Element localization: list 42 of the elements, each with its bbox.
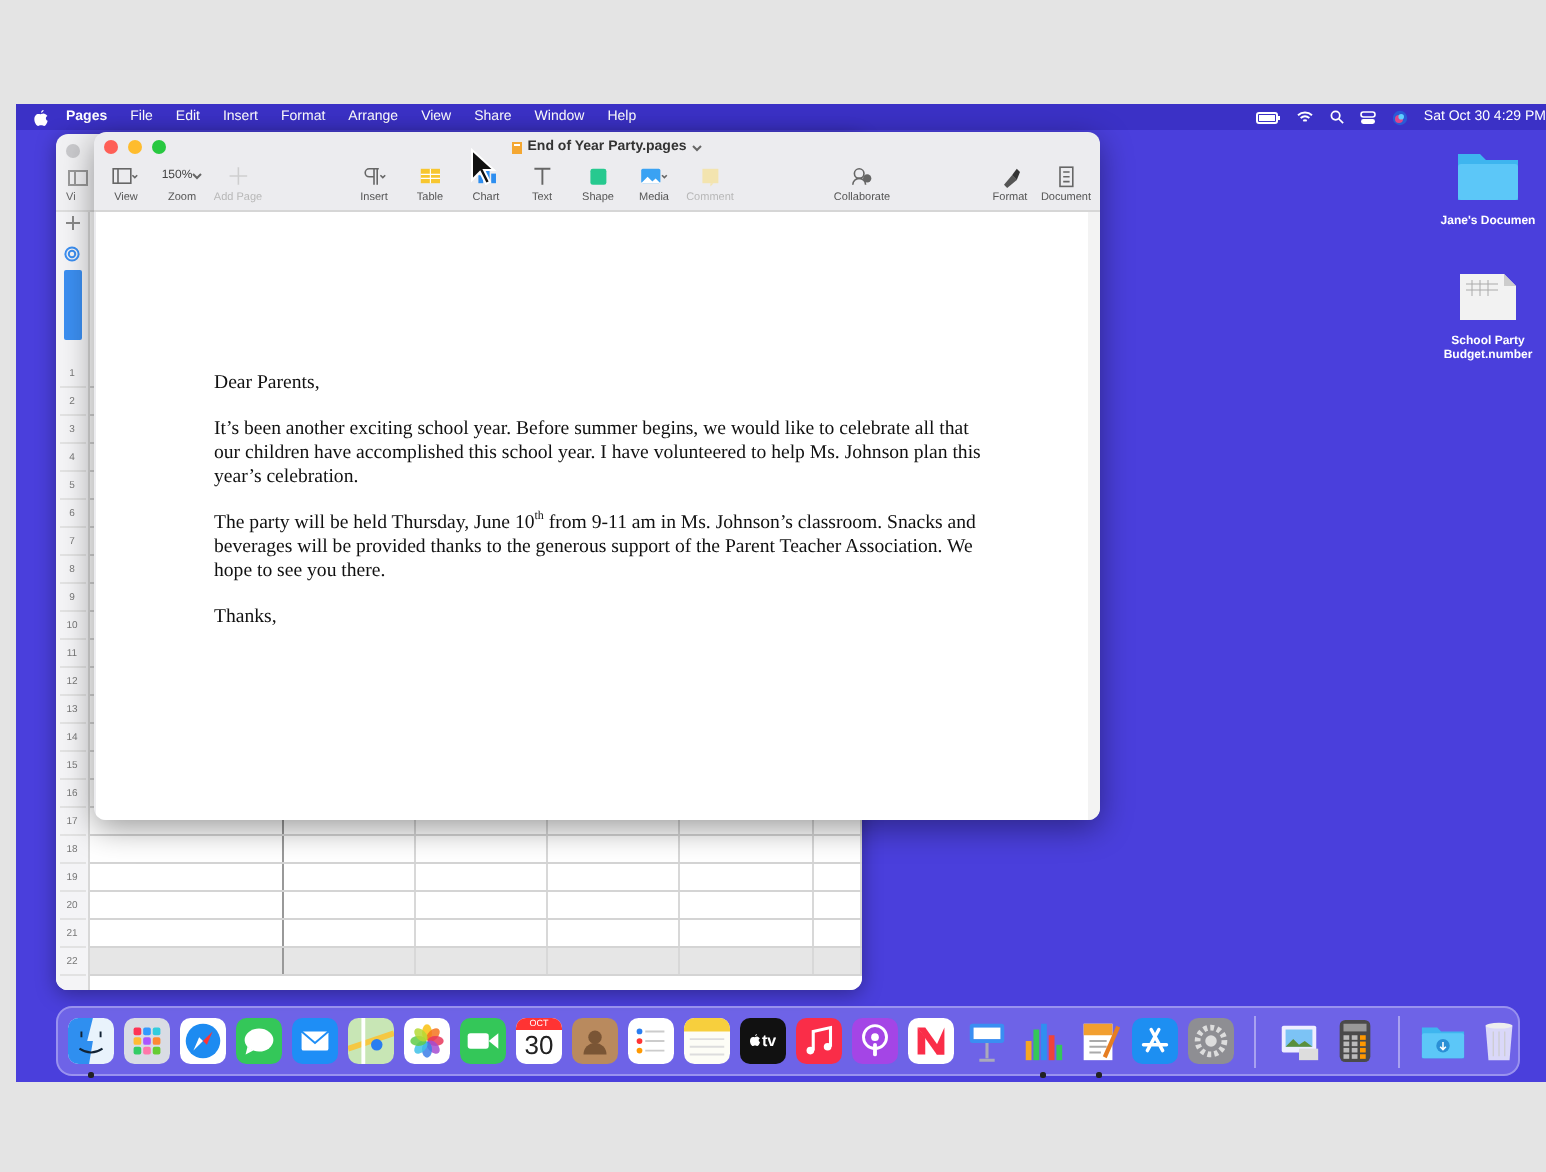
folder-icon[interactable]: [1456, 148, 1520, 202]
add-sheet-icon[interactable]: [65, 216, 79, 230]
control-center-icon[interactable]: [1359, 109, 1376, 125]
close-button[interactable]: [104, 140, 118, 154]
gear-icon[interactable]: [1188, 1017, 1234, 1063]
dock-item[interactable]: tv: [740, 1017, 786, 1077]
paragraph: Thanks,: [214, 606, 279, 630]
paragraph-icon: [358, 162, 390, 190]
envelope-icon[interactable]: [292, 1017, 338, 1063]
chevron-icon[interactable]: [692, 143, 703, 151]
circle-icon[interactable]: [64, 246, 80, 262]
notepad-icon[interactable]: [684, 1017, 730, 1063]
video-camera-icon[interactable]: [460, 1017, 506, 1063]
paragraph: It’s been another exciting school year. Before summer begins, we would like to celebrate all that our children have accomplished this school year. I have volunteered to help Ms. Johnson plan this year’s celebration.: [214, 418, 982, 490]
compass-icon[interactable]: [180, 1017, 226, 1063]
sidebar-icon: [110, 162, 142, 190]
people-icon: [847, 162, 877, 190]
apple-menu-icon[interactable]: [34, 109, 48, 125]
face-icon[interactable]: [68, 1017, 114, 1063]
tv-icon[interactable]: tv: [740, 1017, 786, 1063]
wifi-icon[interactable]: [1295, 110, 1314, 124]
search-icon[interactable]: [1329, 110, 1344, 124]
mouse-pointer-icon: [470, 148, 496, 186]
chat-bubble-icon[interactable]: [236, 1017, 282, 1063]
sidebar-icon[interactable]: [68, 170, 88, 186]
app-grid-icon[interactable]: [124, 1017, 170, 1063]
spreadsheet-file-icon[interactable]: [1458, 271, 1518, 321]
pages-document-icon: [511, 141, 522, 153]
paragraph: Dear Parents,: [214, 372, 322, 396]
chevron-icon: [192, 172, 203, 180]
siri-icon[interactable]: [1391, 109, 1408, 125]
app-store-icon[interactable]: [1132, 1017, 1178, 1063]
map-icon[interactable]: [348, 1017, 394, 1063]
dock-item[interactable]: [68, 1017, 114, 1077]
selected-sheet-tab[interactable]: [63, 270, 81, 340]
paragraph: The party will be held Thursday, June 10$^{th}$ from 9-11 am in Ms. Johnson’s classroom. Snacks and beverages will be provided thanks to the generous support of the Parent Teacher Association. We hope to see you there.: [214, 512, 978, 584]
music-note-icon[interactable]: [796, 1017, 842, 1063]
flower-icon[interactable]: [404, 1017, 450, 1063]
battery-icon[interactable]: [1255, 111, 1280, 123]
news-icon[interactable]: [908, 1017, 954, 1063]
podcast-icon[interactable]: [852, 1017, 898, 1063]
checklist-icon[interactable]: [628, 1017, 674, 1063]
